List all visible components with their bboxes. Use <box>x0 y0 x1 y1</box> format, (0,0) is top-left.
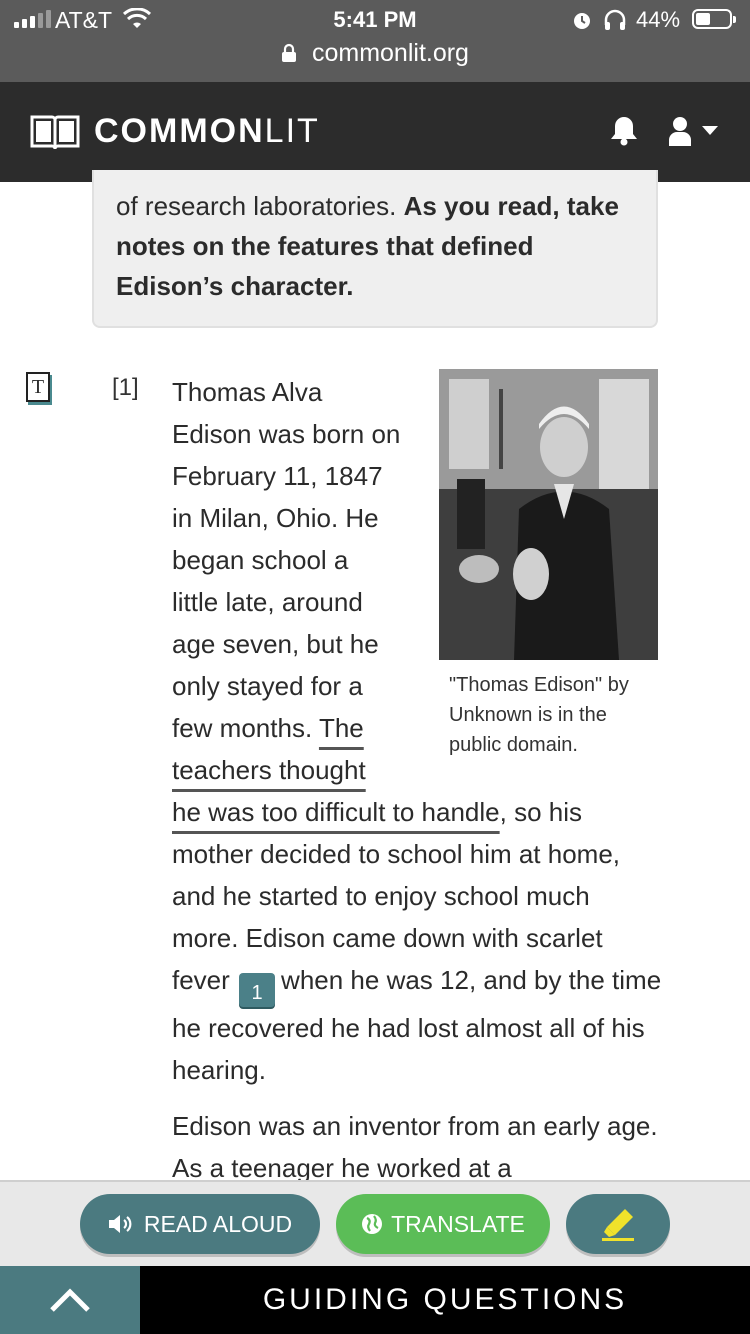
highlighted-text[interactable]: he was too difficult to handle <box>172 797 500 827</box>
app-header: COMMONLIT <box>0 82 750 182</box>
reading-toolbar: READ ALOUD TRANSLATE <box>0 1180 750 1268</box>
text-line: Thomas Alva <box>172 377 323 407</box>
edison-photo <box>439 369 658 660</box>
highlighted-text[interactable]: teachers thought <box>172 755 366 785</box>
status-bar: AT&T 5:41 PM 44% <box>0 0 750 40</box>
chevron-up-icon <box>50 1288 90 1312</box>
annotate-button[interactable] <box>566 1194 670 1254</box>
translate-label: TRANSLATE <box>391 1210 525 1237</box>
paragraph-1-continued: he was too difficult to handle, so his m… <box>172 797 662 1085</box>
paragraph-number: [1] <box>112 374 139 401</box>
chevron-down-icon <box>702 126 718 135</box>
alarm-icon <box>574 13 590 29</box>
text-line: in Milan, Ohio. He <box>172 503 379 533</box>
commonlit-logo[interactable]: COMMONLIT <box>30 112 320 151</box>
text-line: began school a <box>172 545 349 575</box>
lock-icon <box>282 44 297 63</box>
logo-text: COMMONLIT <box>94 112 320 150</box>
battery-percent: 44% <box>636 7 681 32</box>
user-menu[interactable] <box>668 116 718 146</box>
read-aloud-label: READ ALOUD <box>143 1210 293 1237</box>
open-book-icon <box>30 115 80 149</box>
image-caption: "Thomas Edison" by Unknown is in the pub… <box>449 674 629 756</box>
read-aloud-button[interactable]: READ ALOUD <box>80 1194 320 1254</box>
translate-button[interactable]: TRANSLATE <box>336 1194 550 1254</box>
text-line: Edison was born on <box>172 419 401 449</box>
user-icon <box>669 117 691 146</box>
highlighted-text[interactable]: The <box>319 713 364 743</box>
url-text: commonlit.org <box>311 38 469 67</box>
address-bar[interactable]: commonlit.org <box>0 38 750 74</box>
speaker-icon <box>108 1215 132 1233</box>
highlighter-icon <box>602 1209 634 1241</box>
text-line: teachers thought <box>172 749 422 791</box>
paragraph-2: Edison was an inventor from an early age… <box>172 1111 658 1183</box>
text-line: February 11, 1847 <box>172 461 383 491</box>
edison-portrait-image <box>439 369 658 660</box>
globe-icon <box>362 1214 383 1234</box>
text-line: only stayed for a <box>172 671 363 701</box>
headphones-icon <box>604 9 626 30</box>
battery-icon <box>692 9 736 29</box>
paragraph-1-wrapped: Thomas Alva Edison was born on February … <box>172 371 422 791</box>
guiding-questions-toggle[interactable] <box>0 1266 140 1334</box>
text-line: little late, around <box>172 587 363 617</box>
intro-text: of research laboratories. <box>116 191 404 221</box>
bell-icon[interactable] <box>610 114 638 146</box>
text-line: few months. The <box>172 713 364 743</box>
introduction-box: of research laboratories. As you read, t… <box>92 170 658 328</box>
text-annotation-toggle-icon[interactable]: T <box>26 372 50 402</box>
browser-chrome: AT&T 5:41 PM 44% commonlit.org <box>0 0 750 82</box>
text-line: age seven, but he <box>172 629 379 659</box>
footnote-marker[interactable]: 1 <box>239 973 276 1007</box>
guiding-questions-bar[interactable]: GUIDING QUESTIONS <box>140 1266 750 1334</box>
